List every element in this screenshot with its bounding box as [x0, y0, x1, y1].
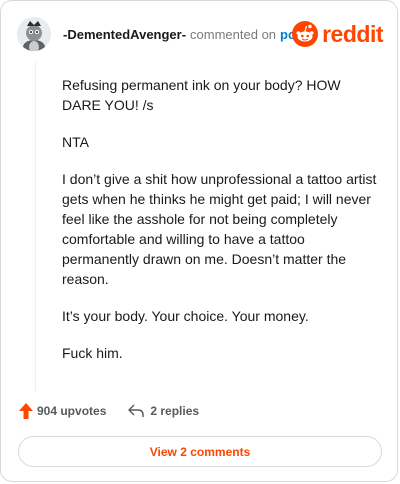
- author-username[interactable]: -DementedAvenger-: [63, 27, 186, 42]
- comment-byline: -DementedAvenger-commented onpost: [63, 27, 308, 42]
- reddit-logo[interactable]: reddit: [292, 20, 383, 48]
- reddit-alien-icon: [292, 21, 319, 47]
- comment-footer: 904 upvotes 2 replies: [19, 401, 199, 421]
- reply-arrow-icon: [128, 404, 145, 417]
- comment-card: -DementedAvenger-commented onpost reddit…: [0, 0, 398, 482]
- thread-line: [35, 61, 36, 391]
- comment-paragraph: NTA: [62, 134, 89, 150]
- replies-button[interactable]: 2 replies: [128, 404, 199, 418]
- comment-paragraph: Refusing permanent ink on your body? HOW…: [62, 77, 341, 113]
- replies-count: 2 replies: [150, 404, 200, 418]
- avatar[interactable]: [17, 17, 51, 51]
- comment-paragraph: I don’t give a shit how unprofessional a…: [62, 171, 377, 287]
- reddit-wordmark: reddit: [322, 20, 383, 47]
- comment-paragraph: Fuck him.: [62, 345, 123, 361]
- upvote-count: 904 upvotes: [37, 404, 107, 418]
- upvote-arrow-icon: [19, 403, 33, 419]
- view-comments-button[interactable]: View 2 comments: [18, 436, 382, 467]
- avatar-icon: [17, 17, 51, 51]
- comment-paragraph: It’s your body. Your choice. Your money.: [62, 308, 309, 324]
- comment-body: Refusing permanent ink on your body? HOW…: [62, 75, 380, 380]
- upvote-button[interactable]: 904 upvotes: [19, 403, 106, 419]
- comment-header: -DementedAvenger-commented onpost reddit: [17, 15, 383, 55]
- action-text: commented on: [190, 27, 277, 42]
